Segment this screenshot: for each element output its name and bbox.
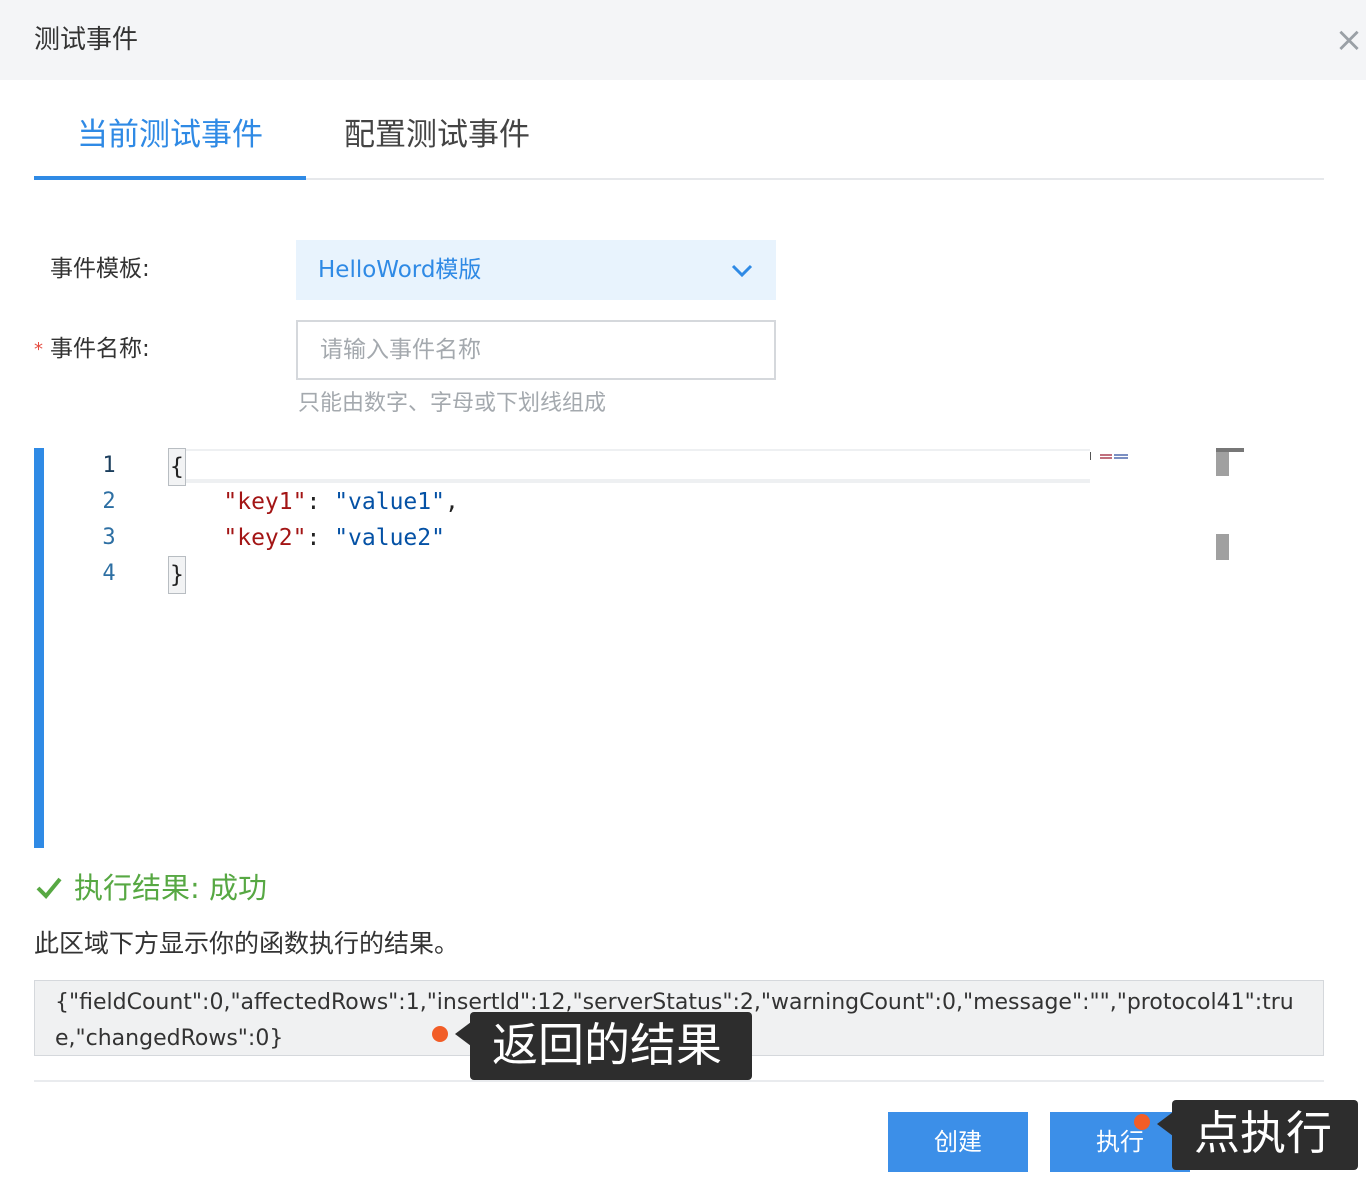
matching-brace: } [168, 556, 186, 594]
annotation-marker [432, 1026, 448, 1042]
footer-divider [34, 1080, 1324, 1082]
json-key: "key2" [223, 525, 307, 551]
result-callout: 返回的结果 [470, 1012, 752, 1080]
scrollbar-thumb[interactable] [1216, 452, 1229, 476]
tab-current-test-event[interactable]: 当前测试事件 [34, 110, 306, 170]
chevron-down-icon [731, 264, 753, 278]
line-number: 2 [102, 489, 116, 514]
run-callout: 点执行 [1172, 1100, 1358, 1170]
json-comma: , [444, 489, 459, 515]
active-tab-indicator [34, 176, 306, 180]
code-editor[interactable]: 1 2 3 4 { "key1": "value1", "key2": "val… [34, 448, 1244, 848]
editor-accent-bar [34, 448, 44, 848]
close-icon[interactable]: × [1334, 22, 1364, 58]
dialog-header: 测试事件 × [0, 0, 1366, 80]
line-number: 4 [102, 561, 116, 586]
json-separator: : [306, 489, 335, 515]
tab-bar: 当前测试事件 配置测试事件 [34, 100, 1324, 180]
event-name-label: 事件名称: [50, 336, 150, 362]
matching-brace: { [168, 448, 186, 486]
json-key: "key1" [223, 489, 307, 515]
code-line: "key1": "value1", [168, 484, 459, 520]
scrollbar-marker [1216, 534, 1229, 560]
line-number: 3 [102, 525, 116, 550]
callout-pointer [1157, 1112, 1173, 1136]
line-number: 1 [102, 453, 116, 478]
current-line-highlight [168, 449, 1090, 483]
required-mark: * [34, 339, 43, 360]
code-line: { [168, 448, 186, 486]
code-line: "key2": "value2" [168, 520, 445, 556]
event-name-hint: 只能由数字、字母或下划线组成 [298, 391, 607, 416]
result-description: 此区域下方显示你的函数执行的结果。 [34, 929, 460, 958]
minimap-preview [1090, 452, 1128, 460]
dialog-title: 测试事件 [34, 25, 139, 55]
editor-minimap[interactable] [1090, 450, 1132, 462]
callout-pointer [455, 1022, 471, 1046]
annotation-marker [1134, 1114, 1150, 1130]
json-separator: : [306, 525, 335, 551]
create-button[interactable]: 创建 [888, 1112, 1028, 1172]
event-name-input[interactable] [296, 320, 776, 380]
code-line: } [168, 556, 186, 594]
tab-configure-test-event[interactable]: 配置测试事件 [344, 110, 564, 170]
json-value: "value2" [334, 525, 445, 551]
check-icon [36, 877, 62, 899]
execution-status-text: 执行结果: 成功 [74, 871, 267, 905]
template-select[interactable]: HelloWord模版 [296, 240, 776, 300]
execution-status: 执行结果: 成功 [34, 868, 267, 908]
editor-scrollbar[interactable] [1216, 448, 1228, 848]
json-value: "value1" [334, 489, 445, 515]
template-select-value: HelloWord模版 [318, 257, 482, 283]
template-label: 事件模板: [50, 256, 150, 282]
